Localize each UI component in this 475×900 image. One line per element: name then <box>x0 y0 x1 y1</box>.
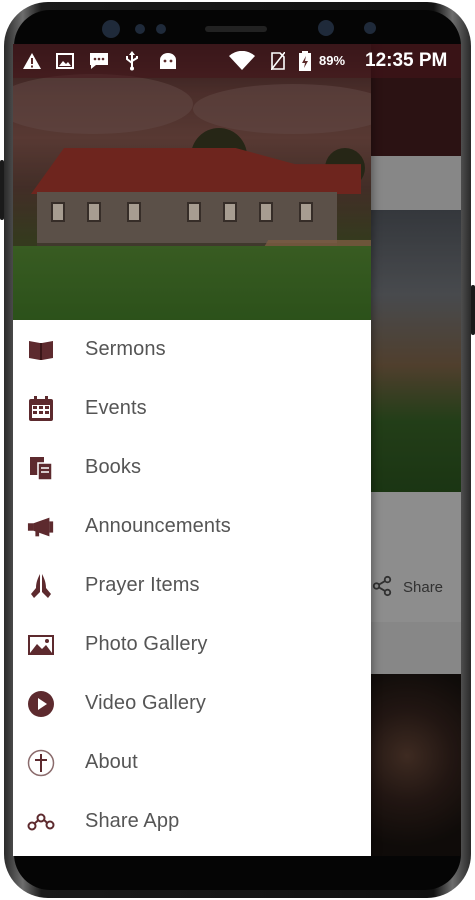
share-icon <box>27 808 55 836</box>
front-camera-sensor <box>102 20 120 38</box>
menu-item-events[interactable]: Events <box>13 379 371 438</box>
power-button <box>471 285 475 335</box>
menu-item-share-app[interactable]: Share App <box>13 792 371 851</box>
menu-item-video-gallery[interactable]: Video Gallery <box>13 674 371 733</box>
menu-item-photo-gallery[interactable]: Photo Gallery <box>13 615 371 674</box>
menu-item-about[interactable]: About <box>13 733 371 792</box>
proximity-sensor <box>135 24 145 34</box>
menu-item-sermons[interactable]: Sermons <box>13 320 371 379</box>
menu-item-label: Prayer Items <box>85 574 200 596</box>
earpiece-speaker <box>205 26 267 32</box>
play-circle-icon <box>27 690 55 718</box>
cross-circle-icon <box>27 749 55 777</box>
calendar-icon <box>27 395 55 423</box>
no-sim-icon <box>269 52 287 70</box>
photo-icon <box>27 631 55 659</box>
megaphone-icon <box>27 513 55 541</box>
menu-item-label: Video Gallery <box>85 692 206 714</box>
menu-item-label: About <box>85 751 138 773</box>
menu-item-books[interactable]: Books <box>13 438 371 497</box>
header-tint <box>13 44 371 320</box>
menu-item-label: Sermons <box>85 338 166 360</box>
wifi-icon <box>227 51 257 70</box>
navigation-drawer: Sermons Events Books Announcements Praye… <box>13 44 371 856</box>
drawer-header-image <box>13 44 371 320</box>
praying-hands-icon <box>27 572 55 600</box>
image-icon <box>55 52 75 70</box>
menu-item-label: Photo Gallery <box>85 633 208 655</box>
iris-sensor <box>364 22 376 34</box>
drawer-menu: Sermons Events Books Announcements Praye… <box>13 320 371 851</box>
light-sensor <box>156 24 166 34</box>
open-book-icon <box>27 336 55 364</box>
front-camera <box>318 20 334 36</box>
battery-charging-icon <box>297 51 313 71</box>
volume-button <box>0 160 4 220</box>
menu-item-announcements[interactable]: Announcements <box>13 497 371 556</box>
status-clock: 12:35 PM <box>365 50 448 71</box>
menu-item-label: Books <box>85 456 142 478</box>
warning-icon <box>21 52 43 70</box>
menu-item-prayer-items[interactable]: Prayer Items <box>13 556 371 615</box>
menu-item-label: Announcements <box>85 515 231 537</box>
battery-percentage: 89% <box>319 53 346 68</box>
menu-item-label: Share App <box>85 810 180 832</box>
screen: Share Sermons Events Books Announcements… <box>13 44 461 856</box>
usb-icon <box>123 51 141 71</box>
books-icon <box>27 454 55 482</box>
status-bar: 89% 12:35 PM <box>13 44 461 78</box>
menu-item-label: Events <box>85 397 147 419</box>
message-icon <box>87 52 111 70</box>
android-icon <box>157 52 179 70</box>
